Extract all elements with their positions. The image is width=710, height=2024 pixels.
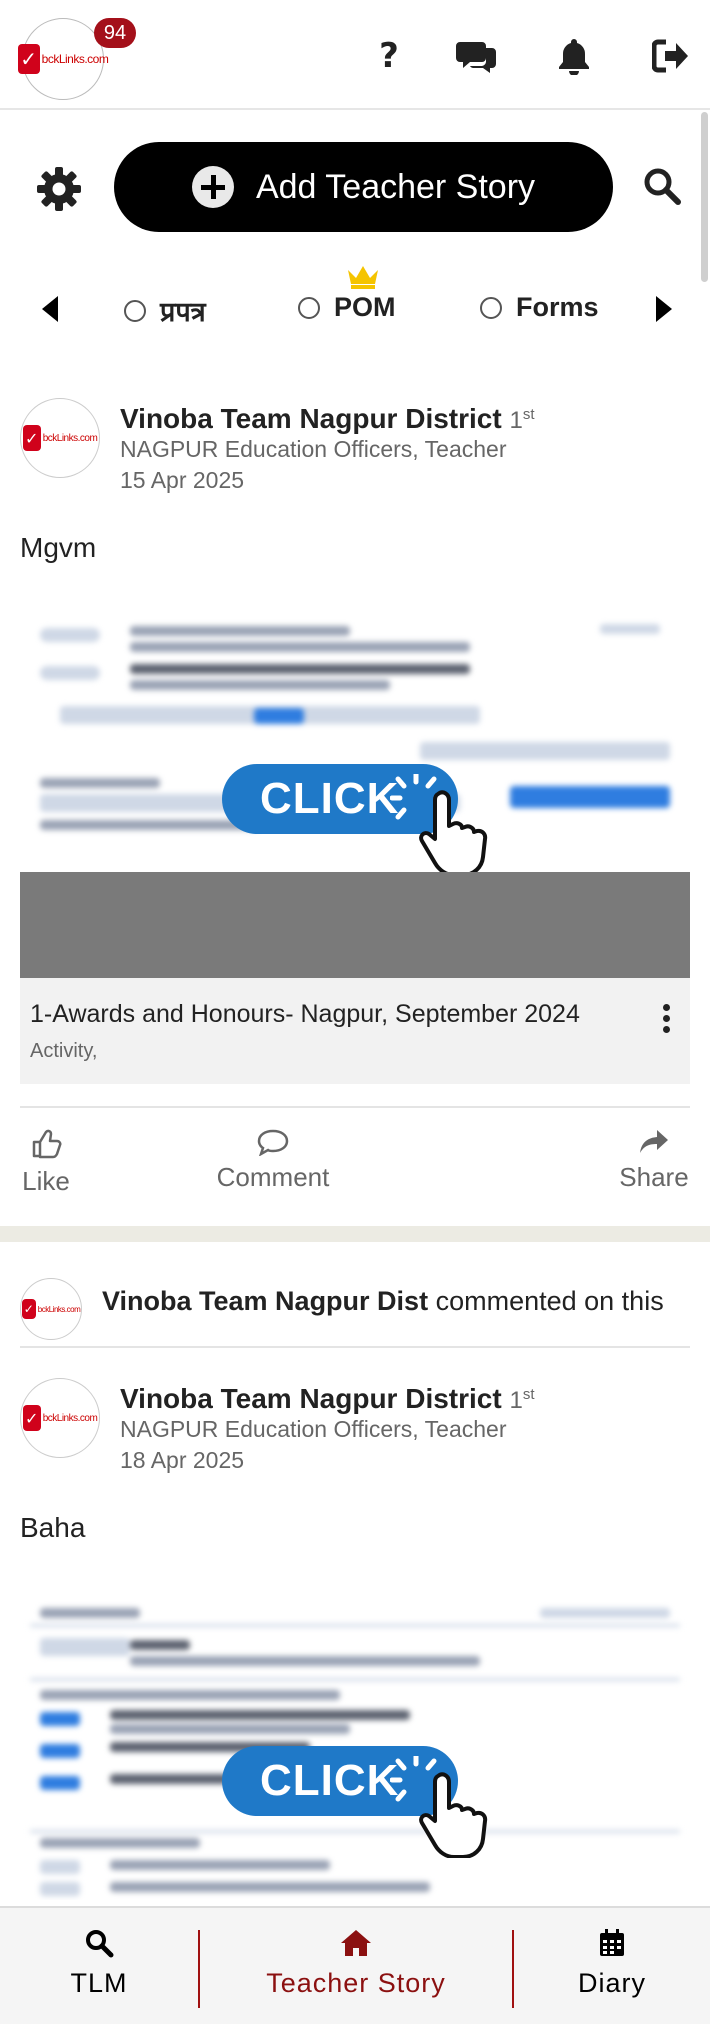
search-icon	[86, 1930, 114, 1958]
author-name: Vinoba Team Nagpur District	[120, 1383, 502, 1414]
scrollbar[interactable]	[701, 112, 708, 282]
filter-row: प्रपत्र POM Forms	[0, 262, 710, 352]
commented-on-line: Vinoba Team Nagpur Dist commented on thi…	[102, 1286, 664, 1317]
calendar-icon	[600, 1929, 624, 1956]
connection-degree: 1st	[509, 1386, 535, 1414]
nav-label: TLM	[70, 1968, 128, 1998]
filter-option-pom[interactable]: POM	[298, 292, 396, 323]
commented-suffix: commented on this	[435, 1286, 664, 1316]
divider	[20, 1106, 690, 1108]
logo-check-icon: ✓	[22, 425, 41, 451]
degree-number: 1	[509, 1387, 523, 1414]
post-media[interactable]: CLICK	[20, 1594, 690, 1900]
add-story-label: Add Teacher Story	[255, 167, 536, 206]
pointer-hand-icon	[419, 790, 488, 876]
bell-icon[interactable]	[551, 36, 597, 76]
share-label: Share	[619, 1162, 689, 1192]
logout-icon[interactable]	[648, 36, 694, 76]
nav-label: Diary	[577, 1968, 646, 1998]
plus-circle-icon	[191, 166, 234, 208]
scroll-right-arrow-icon[interactable]	[656, 296, 672, 322]
help-icon[interactable]: ?	[366, 36, 412, 76]
crown-icon	[348, 266, 378, 289]
post-text: Mgvm	[20, 532, 97, 563]
media-footer-block	[20, 872, 690, 978]
divider	[20, 1346, 690, 1348]
radio-button[interactable]	[298, 296, 320, 319]
filter-option-forms[interactable]: Forms	[480, 292, 599, 323]
top-header: ✓ bckLinks.com 94 ?	[0, 0, 710, 110]
attachment-category: Activity,	[30, 1040, 98, 1062]
logo-mark: ✓ bckLinks.com	[17, 44, 109, 74]
author-name: Vinoba Team Nagpur District	[120, 403, 502, 434]
more-options-icon[interactable]	[660, 1004, 672, 1038]
attachment-caption[interactable]: 1-Awards and Honours- Nagpur, September …	[20, 978, 690, 1084]
post-author[interactable]: Vinoba Team Nagpur District 1st	[120, 1383, 535, 1415]
logo-check-icon: ✓	[21, 1299, 36, 1319]
commenter-avatar[interactable]: ✓ bckLinks.com	[20, 1278, 82, 1340]
radio-button[interactable]	[124, 299, 146, 322]
nav-item-tlm[interactable]: TLM	[0, 1908, 198, 2024]
filter-label: POM	[334, 292, 396, 322]
logo-check-icon: ✓	[22, 1405, 41, 1431]
add-teacher-story-button[interactable]: Add Teacher Story	[114, 142, 613, 232]
post-author[interactable]: Vinoba Team Nagpur District 1st	[120, 403, 535, 435]
degree-number: 1	[509, 407, 523, 434]
click-label: CLICK	[260, 774, 400, 823]
bottom-navigation: TLM Teacher Story Diary	[0, 1906, 710, 2024]
author-role: NAGPUR Education Officers, Teacher	[120, 1416, 507, 1442]
logo-check-icon: ✓	[17, 44, 40, 74]
post-actions: Like Comment Share	[0, 1128, 710, 1228]
author-avatar[interactable]: ✓ bckLinks.com	[20, 1378, 100, 1458]
chat-icon[interactable]	[454, 36, 500, 76]
thumbs-up-icon	[32, 1129, 62, 1159]
notification-count-badge: 94	[94, 18, 136, 48]
filter-label: प्रपत्र	[160, 297, 206, 327]
like-label: Like	[22, 1166, 70, 1196]
post-text: Baha	[20, 1512, 86, 1543]
search-icon[interactable]	[642, 166, 684, 208]
attachment-title[interactable]: 1-Awards and Honours- Nagpur, September …	[30, 1000, 580, 1029]
avatar-logo: ✓ bckLinks.com	[21, 1299, 81, 1319]
commenter-name[interactable]: Vinoba Team Nagpur Dist	[102, 1286, 428, 1316]
nav-item-diary[interactable]: Diary	[514, 1908, 710, 2024]
avatar-logo-text: bckLinks.com	[37, 1304, 81, 1314]
post-separator	[0, 1226, 710, 1242]
share-button[interactable]: Share	[612, 1128, 696, 1193]
nav-label: Teacher Story	[266, 1968, 446, 1998]
radio-button[interactable]	[480, 296, 502, 319]
comment-icon	[257, 1129, 289, 1156]
connection-degree: 1st	[509, 406, 535, 434]
click-label: CLICK	[260, 1756, 400, 1805]
avatar-logo: ✓ bckLinks.com	[22, 425, 98, 451]
comment-label: Comment	[216, 1162, 330, 1192]
filter-label: Forms	[516, 292, 599, 322]
post-media[interactable]: CLICK	[20, 598, 690, 978]
logo-text: bckLinks.com	[41, 52, 109, 66]
filter-option-prapatra[interactable]: प्रपत्र	[124, 292, 206, 329]
author-role: NAGPUR Education Officers, Teacher	[120, 436, 507, 462]
avatar-logo-text: bckLinks.com	[42, 1412, 98, 1424]
avatar-logo-text: bckLinks.com	[42, 432, 98, 444]
gear-icon[interactable]	[36, 166, 88, 218]
share-icon	[640, 1130, 668, 1153]
pointer-hand-icon	[419, 1772, 488, 1858]
nav-item-teacher-story[interactable]: Teacher Story	[200, 1908, 512, 2024]
comment-button[interactable]: Comment	[200, 1128, 346, 1193]
like-button[interactable]: Like	[10, 1128, 82, 1197]
app-logo[interactable]: ✓ bckLinks.com	[17, 18, 109, 100]
post-date: 15 Apr 2025	[120, 467, 245, 493]
home-icon	[341, 1930, 371, 1956]
degree-suffix: st	[522, 1386, 535, 1403]
scroll-left-arrow-icon[interactable]	[42, 296, 58, 322]
degree-suffix: st	[522, 406, 535, 423]
avatar-logo: ✓ bckLinks.com	[22, 1405, 98, 1431]
post-date: 18 Apr 2025	[120, 1447, 245, 1473]
author-avatar[interactable]: ✓ bckLinks.com	[20, 398, 100, 478]
